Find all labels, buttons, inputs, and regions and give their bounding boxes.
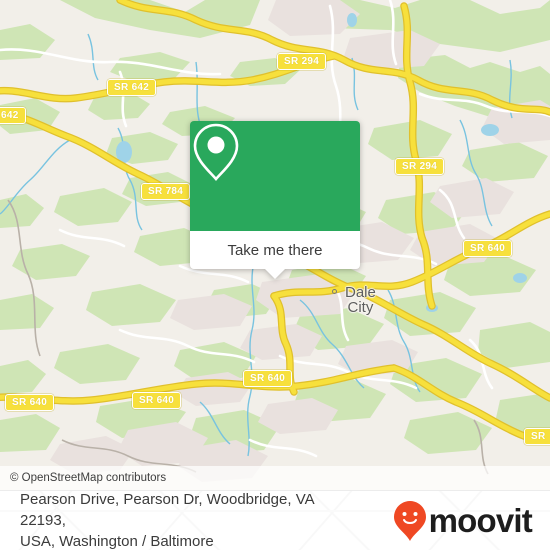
road-shield-sr640-east: SR 640 <box>463 240 513 257</box>
destination-popup-card[interactable]: Take me there <box>190 121 360 279</box>
place-label-dale-city: Dale City <box>345 285 376 315</box>
moovit-logo[interactable]: moovit <box>393 500 533 542</box>
place-label-line-2: City <box>347 299 374 316</box>
road-shield-sr-edge: SR <box>524 428 550 445</box>
road-shield-sr294-east: SR 294 <box>395 158 445 175</box>
address-line-2: USA, Washington / Baltimore <box>20 533 214 550</box>
address-text: Pearson Drive, Pearson Dr, Woodbridge, V… <box>20 491 340 550</box>
road-shield-sr642: SR 642 <box>107 79 157 96</box>
popup-pointer-tail <box>264 268 286 279</box>
popup-footer[interactable]: Take me there <box>190 231 360 279</box>
popup-header <box>190 121 360 231</box>
take-me-there-label: Take me there <box>227 241 323 259</box>
map-canvas[interactable]: Dale City SR 294 SR 642 642 SR 784 SR 29… <box>0 0 550 490</box>
road-shield-sr294-north: SR 294 <box>277 53 327 70</box>
address-line-1: Pearson Drive, Pearson Dr, Woodbridge, V… <box>20 491 314 529</box>
place-marker-dot <box>332 289 337 294</box>
moovit-pin-icon <box>393 500 426 541</box>
road-shield-sr784: SR 784 <box>141 183 191 200</box>
place-label-line-1: Dale <box>345 284 376 301</box>
location-pin-icon <box>193 123 239 181</box>
road-shield-sr640-center: SR 640 <box>243 370 293 387</box>
osm-attribution[interactable]: © OpenStreetMap contributors <box>0 466 550 490</box>
road-shield-642: 642 <box>0 107 26 124</box>
moovit-location-card: Dale City SR 294 SR 642 642 SR 784 SR 29… <box>0 0 550 550</box>
road-shield-sr640-southwest: SR 640 <box>132 392 182 409</box>
moovit-wordmark: moovit <box>428 501 533 539</box>
road-shield-sr640-west: SR 640 <box>5 394 55 411</box>
info-footer: Pearson Drive, Pearson Dr, Woodbridge, V… <box>0 490 550 550</box>
